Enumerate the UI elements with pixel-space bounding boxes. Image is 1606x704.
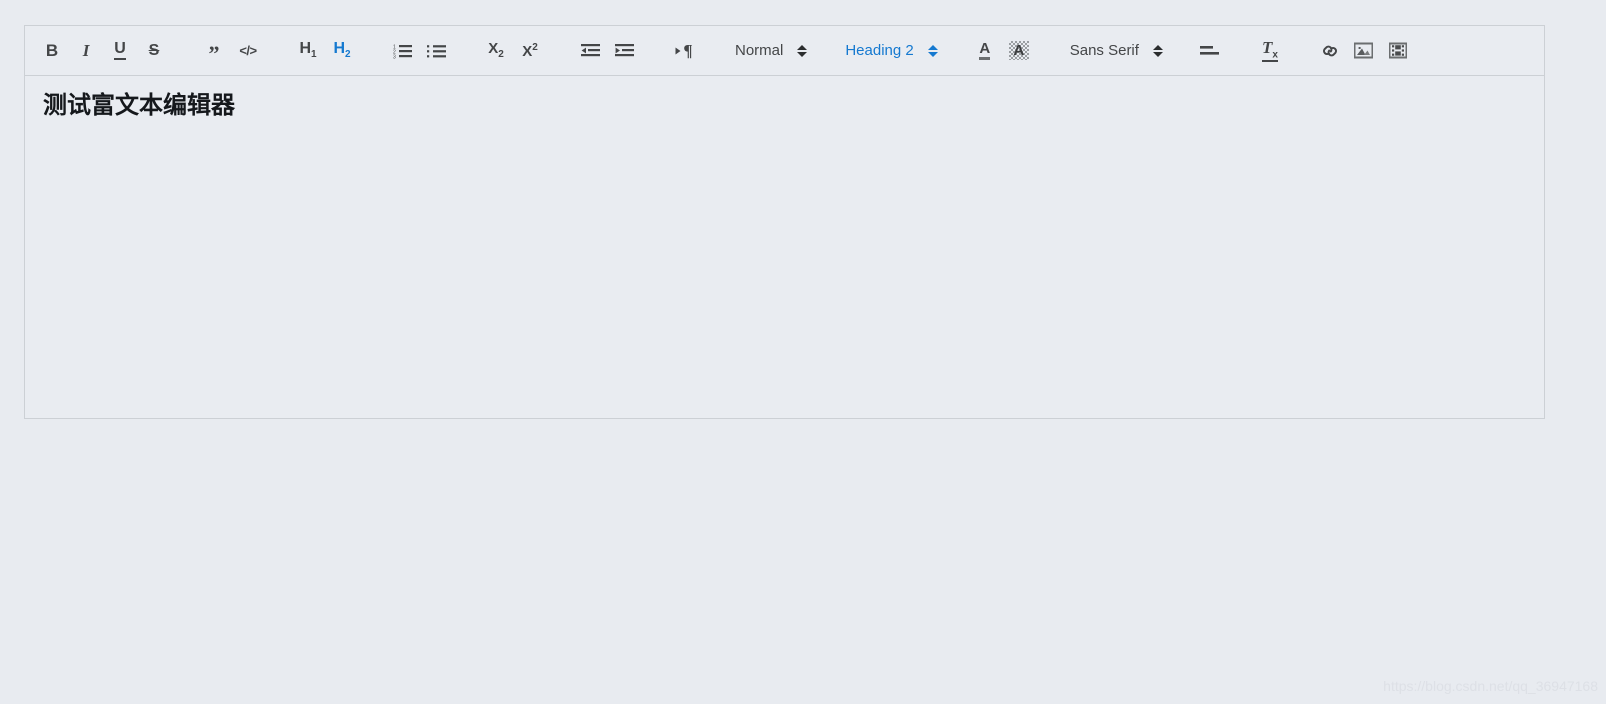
toolbar-group-align xyxy=(1193,38,1227,64)
pilcrow-glyph: ¶ xyxy=(683,41,693,60)
chevron-updown-icon xyxy=(797,44,808,57)
heading-2-button[interactable]: H2 xyxy=(328,38,356,64)
underline-icon: U xyxy=(114,40,126,60)
toolbar-group-colors: A A xyxy=(968,38,1036,64)
toolbar-group-clear: Tx xyxy=(1253,38,1287,64)
font-family-select[interactable]: Sans Serif xyxy=(1066,36,1167,66)
text-direction-icon: ¶ xyxy=(675,41,693,60)
strikethrough-button[interactable]: S xyxy=(140,38,168,64)
background-color-button[interactable]: A xyxy=(1005,38,1033,64)
image-button[interactable] xyxy=(1350,38,1378,64)
video-button[interactable] xyxy=(1384,38,1412,64)
watermark-text: https://blog.csdn.net/qq_36947168 xyxy=(1383,678,1598,694)
chevron-updown-icon xyxy=(927,44,938,57)
text-color-button[interactable]: A xyxy=(971,38,999,64)
chevron-updown-icon xyxy=(1152,44,1163,57)
toolbar-group-script: X2 X2 xyxy=(479,38,547,64)
toolbar-group-inline: B I U S xyxy=(35,38,171,64)
strikethrough-icon: S xyxy=(148,41,160,59)
toolbar-group-headings: H1 H2 xyxy=(291,38,359,64)
font-family-value: Sans Serif xyxy=(1069,42,1139,59)
clear-formatting-icon: Tx xyxy=(1261,37,1278,63)
bullet-list-icon xyxy=(426,43,446,59)
text-color-icon: A xyxy=(979,41,991,60)
code-block-button[interactable]: </> xyxy=(234,38,262,64)
page-root: B I U S ” </> H1 H2 1 2 3 X2 X2 ¶ Normal… xyxy=(0,0,1606,704)
blockquote-icon: ” xyxy=(208,40,220,66)
ordered-list-button[interactable]: 1 2 3 xyxy=(388,38,416,64)
toolbar-group-indent xyxy=(573,38,641,64)
code-block-icon: </> xyxy=(239,43,257,58)
outdent-icon xyxy=(580,43,600,59)
bold-button[interactable]: B xyxy=(38,38,66,64)
editor-content-area[interactable]: 测试富文本编辑器 xyxy=(25,76,1544,418)
paragraph-format-select[interactable]: Normal xyxy=(731,36,811,66)
toolbar-group-insert xyxy=(1313,38,1415,64)
heading-select-value: Heading 2 xyxy=(845,42,914,59)
text-direction-button[interactable]: ¶ xyxy=(670,38,698,64)
link-button[interactable] xyxy=(1316,38,1344,64)
indent-button[interactable] xyxy=(610,38,638,64)
ordered-list-icon: 1 2 3 xyxy=(393,43,412,59)
superscript-button[interactable]: X2 xyxy=(516,38,544,64)
heading-1-icon: H1 xyxy=(299,39,317,61)
clear-formatting-button[interactable]: Tx xyxy=(1256,38,1284,64)
toolbar-group-direction: ¶ xyxy=(667,38,701,64)
bold-icon: B xyxy=(45,41,59,60)
editor-toolbar: B I U S ” </> H1 H2 1 2 3 X2 X2 ¶ Normal… xyxy=(25,26,1544,76)
align-button[interactable] xyxy=(1196,38,1224,64)
toolbar-group-lists: 1 2 3 xyxy=(385,38,453,64)
subscript-button[interactable]: X2 xyxy=(482,38,510,64)
svg-text:3: 3 xyxy=(393,54,396,59)
heading-2-icon: H2 xyxy=(333,39,351,61)
heading-select[interactable]: Heading 2 xyxy=(841,36,941,66)
blockquote-button[interactable]: ” xyxy=(200,38,228,64)
subscript-icon: X2 xyxy=(488,40,504,60)
indent-icon xyxy=(614,43,634,59)
video-icon xyxy=(1388,42,1407,59)
rich-text-editor-container: B I U S ” </> H1 H2 1 2 3 X2 X2 ¶ Normal… xyxy=(24,25,1545,419)
bullet-list-button[interactable] xyxy=(422,38,450,64)
heading-1-button[interactable]: H1 xyxy=(294,38,322,64)
background-color-letter: A xyxy=(1013,42,1025,59)
italic-icon: I xyxy=(82,41,90,60)
outdent-button[interactable] xyxy=(576,38,604,64)
superscript-icon: X2 xyxy=(522,41,538,60)
paragraph-format-value: Normal xyxy=(735,42,784,59)
link-icon xyxy=(1321,43,1339,59)
italic-button[interactable]: I xyxy=(72,38,100,64)
document-heading[interactable]: 测试富文本编辑器 xyxy=(43,90,1526,121)
toolbar-group-block: ” </> xyxy=(197,38,265,64)
align-left-icon xyxy=(1200,44,1220,58)
background-color-icon: A xyxy=(1008,41,1029,60)
image-icon xyxy=(1354,42,1374,59)
underline-button[interactable]: U xyxy=(106,38,134,64)
